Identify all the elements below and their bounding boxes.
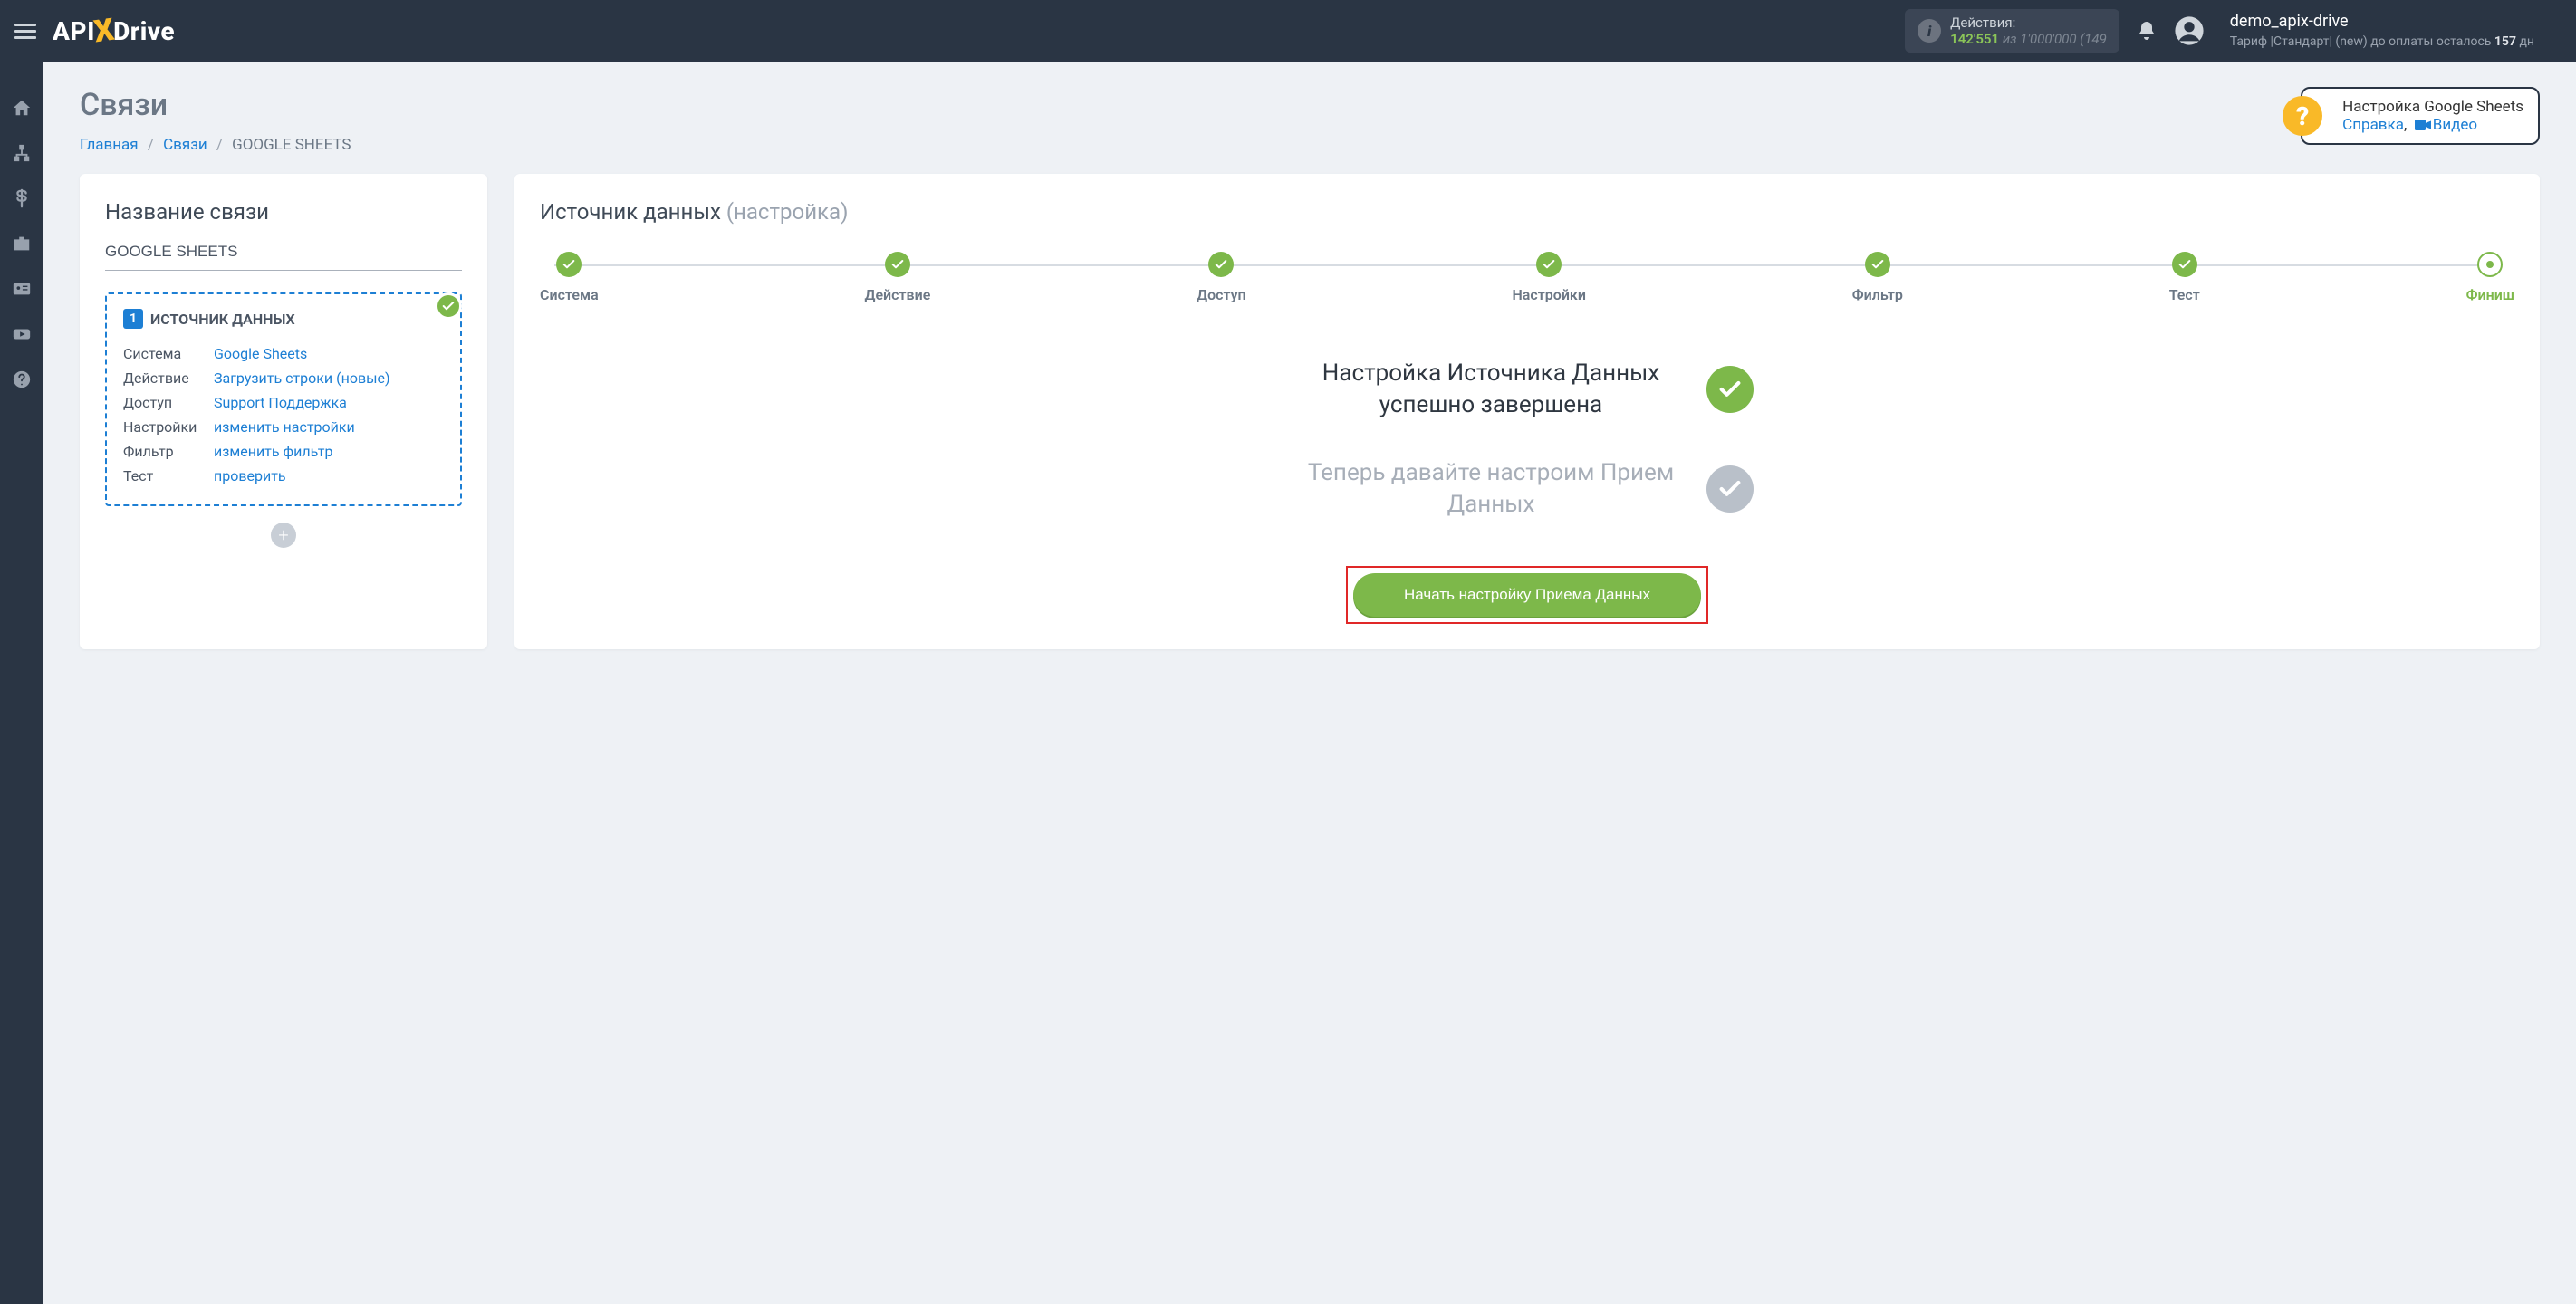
source-row: СистемаGoogle Sheets [123,341,444,366]
sidebar [0,62,43,1304]
help-ref-link[interactable]: Справка [2342,116,2404,134]
connection-name-input[interactable] [105,237,462,271]
source-k: Фильтр [123,443,214,460]
tariff-prefix: Тариф |Стандарт| (new) до оплаты осталос… [2230,34,2494,49]
right-card-title: Источник данных (настройка) [540,199,2514,225]
step-system[interactable]: Система [540,252,599,303]
help-question-icon[interactable]: ? [2283,96,2322,136]
user-block[interactable]: demo_apix-drive Тариф |Стандарт| (new) д… [2174,11,2534,50]
step-label: Тест [2169,286,2200,303]
user-text: demo_apix-drive Тариф |Стандарт| (new) д… [2230,11,2534,50]
home-icon[interactable] [12,98,32,118]
source-row: Настройкиизменить настройки [123,415,444,439]
start-destination-setup-button[interactable]: Начать настройку Приема Данных [1353,573,1701,617]
logo-drive: Drive [113,16,175,46]
dollar-icon[interactable] [12,188,32,208]
help-video-link[interactable]: Видео [2433,116,2477,134]
right-title-sub: (настройка) [726,199,849,225]
stepper: Система Действие Доступ Настройки Фильтр… [540,252,2514,303]
step-label: Настройки [1512,286,1586,303]
step-label: Доступ [1197,286,1246,303]
check-icon [1706,465,1754,513]
source-v[interactable]: изменить настройки [214,418,355,436]
question-icon[interactable] [12,369,32,389]
help-box: ? Настройка Google Sheets Справка, Видео [2301,87,2540,145]
help-title: Настройка Google Sheets [2342,98,2523,116]
source-v[interactable]: Загрузить строки (новые) [214,369,390,387]
video-icon [2415,119,2431,131]
source-k: Доступ [123,394,214,411]
source-header: 1 ИСТОЧНИК ДАННЫХ [123,309,444,329]
right-title-main: Источник данных [540,199,721,225]
cta-highlight: Начать настройку Приема Данных [1346,566,1708,624]
bell-icon[interactable] [2136,20,2158,42]
source-v[interactable]: проверить [214,467,286,484]
header: APIXDrive i Действия: 142'551 из 1'000'0… [0,0,2576,62]
pending-text: Теперь давайте настроим Прием Данных [1301,457,1681,521]
step-settings[interactable]: Настройки [1512,252,1586,303]
actions-of: из [2003,31,2017,47]
sitemap-icon[interactable] [12,143,32,163]
source-k: Система [123,345,214,362]
actions-label: Действия: [1950,14,2107,31]
info-icon: i [1918,19,1941,43]
success-row: Настройка Источника Данных успешно завер… [540,358,2514,421]
briefcase-icon[interactable] [12,234,32,254]
source-box: 1 ИСТОЧНИК ДАННЫХ СистемаGoogle Sheets Д… [105,292,462,506]
username: demo_apix-drive [2230,11,2534,33]
logo-api: API [53,16,95,46]
tariff-days: 157 [2494,34,2516,49]
youtube-icon[interactable] [12,324,32,344]
step-label: Финиш [2466,286,2514,303]
step-label: Действие [864,286,930,303]
source-complete-icon [435,292,462,320]
breadcrumb-links[interactable]: Связи [163,136,207,154]
add-destination-button[interactable]: + [271,523,296,548]
step-access[interactable]: Доступ [1197,252,1246,303]
pending-row: Теперь давайте настроим Прием Данных [540,457,2514,521]
breadcrumb: Главная / Связи / GOOGLE SHEETS [80,136,351,154]
logo[interactable]: APIXDrive [53,13,175,49]
user-icon [2174,15,2205,46]
menu-toggle-icon[interactable] [14,20,36,43]
page-title: Связи [80,87,351,123]
connection-name-card: Название связи 1 ИСТОЧНИК ДАННЫХ Система… [80,174,487,649]
conn-title: Название связи [105,199,462,225]
breadcrumb-home[interactable]: Главная [80,136,139,154]
source-row: Тестпроверить [123,464,444,488]
source-row: Фильтризменить фильтр [123,439,444,464]
actions-total: 1'000'000 [2020,31,2076,47]
tariff-suffix: дн [2516,34,2534,49]
id-card-icon[interactable] [12,279,32,299]
source-k: Действие [123,369,214,387]
source-v[interactable]: Support Поддержка [214,394,347,411]
chevron-down-icon[interactable] [2534,22,2562,40]
breadcrumb-current: GOOGLE SHEETS [232,136,351,154]
step-label: Система [540,286,599,303]
success-text: Настройка Источника Данных успешно завер… [1301,358,1681,421]
step-test[interactable]: Тест [2169,252,2200,303]
actions-text: Действия: 142'551 из 1'000'000 (149 [1950,14,2107,47]
check-icon [1706,366,1754,413]
step-finish[interactable]: Финиш [2466,252,2514,303]
actions-trail: (149 [2080,31,2107,47]
actions-badge[interactable]: i Действия: 142'551 из 1'000'000 (149 [1905,9,2119,53]
source-num: 1 [123,309,143,329]
step-filter[interactable]: Фильтр [1852,252,1903,303]
source-header-text: ИСТОЧНИК ДАННЫХ [150,311,295,328]
source-setup-card: Источник данных (настройка) Система Дейс… [514,174,2540,649]
source-v[interactable]: Google Sheets [214,345,307,362]
actions-value: 142'551 [1950,31,1999,47]
source-k: Настройки [123,418,214,436]
step-label: Фильтр [1852,286,1903,303]
source-row: ДоступSupport Поддержка [123,390,444,415]
step-action[interactable]: Действие [864,252,930,303]
source-v[interactable]: изменить фильтр [214,443,332,460]
main: Связи Главная / Связи / GOOGLE SHEETS ? … [43,62,2576,1304]
source-row: ДействиеЗагрузить строки (новые) [123,366,444,390]
source-k: Тест [123,467,214,484]
